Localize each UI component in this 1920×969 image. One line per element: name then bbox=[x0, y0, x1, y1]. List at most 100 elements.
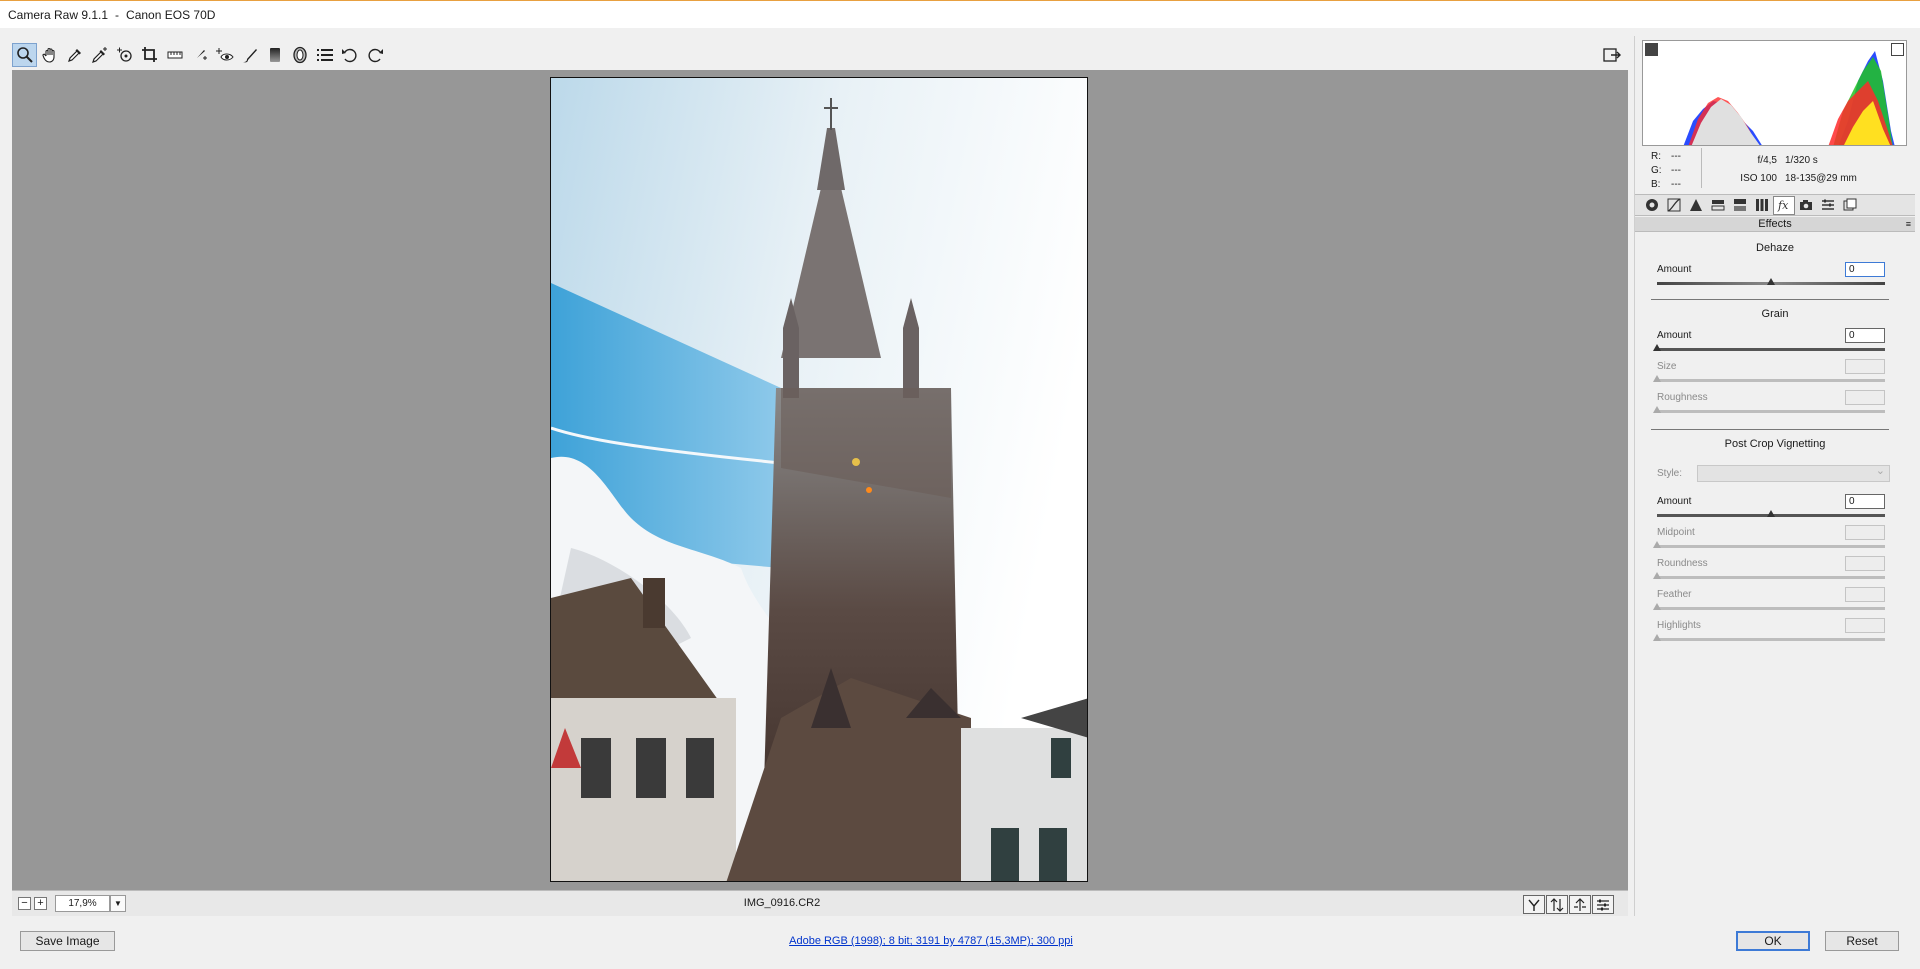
app-title: Camera Raw 9.1.1 bbox=[8, 7, 109, 22]
tab-tone-curve[interactable] bbox=[1663, 196, 1685, 215]
section-divider bbox=[1651, 299, 1889, 300]
vignette-amount-thumb[interactable] bbox=[1767, 510, 1775, 517]
histogram bbox=[1642, 40, 1907, 146]
tab-detail[interactable] bbox=[1685, 196, 1707, 215]
white-balance-tool[interactable] bbox=[62, 43, 87, 67]
grain-roughness-field bbox=[1845, 390, 1885, 405]
photo-preview[interactable] bbox=[550, 77, 1088, 882]
zoom-tool[interactable] bbox=[12, 43, 37, 67]
filename-label: IMG_0916.CR2 bbox=[743, 897, 821, 909]
before-after-toggle[interactable] bbox=[1523, 895, 1545, 914]
grain-size-slider bbox=[1653, 375, 1885, 382]
vignette-amount-slider[interactable] bbox=[1657, 510, 1885, 517]
crop-tool[interactable] bbox=[137, 43, 162, 67]
g-value: --- bbox=[1671, 165, 1681, 176]
reset-button[interactable]: Reset bbox=[1825, 931, 1899, 951]
dehaze-amount-field[interactable]: 0 bbox=[1845, 262, 1885, 277]
panel-tabs: fx bbox=[1635, 194, 1915, 216]
tab-effects[interactable]: fx bbox=[1773, 195, 1795, 215]
magnifier-icon bbox=[16, 47, 33, 63]
workflow-options-link[interactable]: Adobe RGB (1998); 8 bit; 3191 by 4787 (1… bbox=[0, 935, 1862, 947]
straighten-tool[interactable] bbox=[162, 43, 187, 67]
rotate-cw-tool[interactable] bbox=[362, 43, 387, 67]
fullscreen-toggle[interactable] bbox=[1600, 43, 1624, 67]
grain-size-thumb bbox=[1653, 375, 1661, 382]
adjustment-brush-tool[interactable] bbox=[237, 43, 262, 67]
adjustment-panel: R: --- G: --- B: --- f/4,5 1/320 s ISO 100 18… bbox=[1634, 36, 1915, 916]
vignette-heading: Post Crop Vignetting bbox=[1724, 438, 1826, 450]
color-sampler-tool[interactable] bbox=[87, 43, 112, 67]
church-tower-photo bbox=[551, 78, 1087, 881]
status-bar: − + 17,9% ▼ IMG_0916.CR2 bbox=[12, 890, 1628, 916]
tab-presets[interactable] bbox=[1817, 196, 1839, 215]
targeted-adjustment-tool[interactable] bbox=[112, 43, 137, 67]
vignette-roundness-slider bbox=[1653, 572, 1885, 579]
grain-roughness-label: Roughness bbox=[1657, 392, 1708, 403]
vignette-midpoint-field bbox=[1845, 525, 1885, 540]
highlight-clipping-indicator[interactable] bbox=[1891, 43, 1904, 56]
dehaze-amount-slider[interactable] bbox=[1657, 278, 1885, 285]
vignette-highlights-slider bbox=[1653, 634, 1885, 641]
grain-size-label: Size bbox=[1657, 361, 1677, 372]
tab-snapshots[interactable] bbox=[1839, 196, 1861, 215]
vignette-style-select bbox=[1697, 464, 1890, 482]
toolbar bbox=[12, 40, 1628, 70]
graduated-filter-tool[interactable] bbox=[262, 43, 287, 67]
curve-icon bbox=[1667, 198, 1681, 212]
arrow-icon bbox=[1574, 897, 1586, 911]
triangle-icon bbox=[1690, 199, 1702, 211]
vignette-amount-label: Amount bbox=[1657, 496, 1692, 507]
tab-basic[interactable] bbox=[1641, 196, 1663, 215]
title-bar: Camera Raw 9.1.1 - Canon EOS 70D bbox=[0, 0, 1920, 28]
r-value: --- bbox=[1671, 151, 1681, 162]
vignette-amount-field[interactable]: 0 bbox=[1845, 494, 1885, 509]
iso-value: ISO 100 bbox=[1740, 173, 1777, 184]
presets-icon bbox=[1822, 199, 1834, 210]
rotate-ccw-tool[interactable] bbox=[337, 43, 362, 67]
fx-icon: fx bbox=[1777, 199, 1789, 212]
preferences-tool[interactable] bbox=[312, 43, 337, 67]
grain-amount-field[interactable]: 0 bbox=[1845, 328, 1885, 343]
hand-tool[interactable] bbox=[37, 43, 62, 67]
radial-filter-tool[interactable] bbox=[287, 43, 312, 67]
svg-text:fx: fx bbox=[1777, 199, 1789, 212]
dehaze-amount-thumb[interactable] bbox=[1767, 278, 1775, 285]
b-label: B: bbox=[1651, 179, 1661, 190]
image-canvas[interactable] bbox=[12, 70, 1628, 890]
view-preferences-button[interactable] bbox=[1592, 895, 1614, 914]
readout-divider bbox=[1701, 148, 1702, 188]
spot-removal-tool[interactable] bbox=[187, 43, 212, 67]
vignette-roundness-field bbox=[1845, 556, 1885, 571]
hand-icon bbox=[41, 47, 55, 63]
grain-roughness-thumb bbox=[1653, 406, 1661, 413]
b-value: --- bbox=[1671, 179, 1681, 190]
copy-settings-button[interactable] bbox=[1569, 895, 1591, 914]
swap-settings-button[interactable] bbox=[1546, 895, 1568, 914]
rotate-right-icon bbox=[368, 48, 383, 63]
red-eye-tool[interactable] bbox=[212, 43, 237, 67]
tab-camera-calibration[interactable] bbox=[1795, 196, 1817, 215]
view-mode-buttons bbox=[1522, 895, 1614, 914]
y-split-icon bbox=[1528, 899, 1540, 911]
shadow-clipping-indicator[interactable] bbox=[1645, 43, 1658, 56]
split-toning-icon bbox=[1734, 199, 1746, 211]
brush-spot-icon bbox=[193, 50, 207, 61]
vignette-highlights-field bbox=[1845, 618, 1885, 633]
tab-split-toning[interactable] bbox=[1729, 196, 1751, 215]
rgb-readout: R: --- G: --- B: --- bbox=[1651, 150, 1691, 192]
panel-menu-icon[interactable]: ≡ bbox=[1906, 217, 1911, 232]
aperture-value: f/4,5 bbox=[1757, 155, 1777, 166]
camera-icon bbox=[1800, 200, 1812, 210]
grain-amount-thumb[interactable] bbox=[1653, 344, 1661, 351]
tab-lens-corrections[interactable] bbox=[1751, 196, 1773, 215]
eye-icon bbox=[215, 48, 234, 61]
vignette-feather-thumb bbox=[1653, 603, 1661, 610]
tab-hsl[interactable] bbox=[1707, 196, 1729, 215]
crop-icon bbox=[141, 47, 157, 62]
graduated-filter-icon bbox=[269, 48, 280, 62]
target-icon bbox=[116, 47, 132, 62]
straighten-icon bbox=[167, 51, 182, 59]
grain-roughness-slider bbox=[1653, 406, 1885, 413]
grain-amount-slider[interactable] bbox=[1653, 344, 1885, 351]
ok-button[interactable]: OK bbox=[1736, 931, 1810, 951]
